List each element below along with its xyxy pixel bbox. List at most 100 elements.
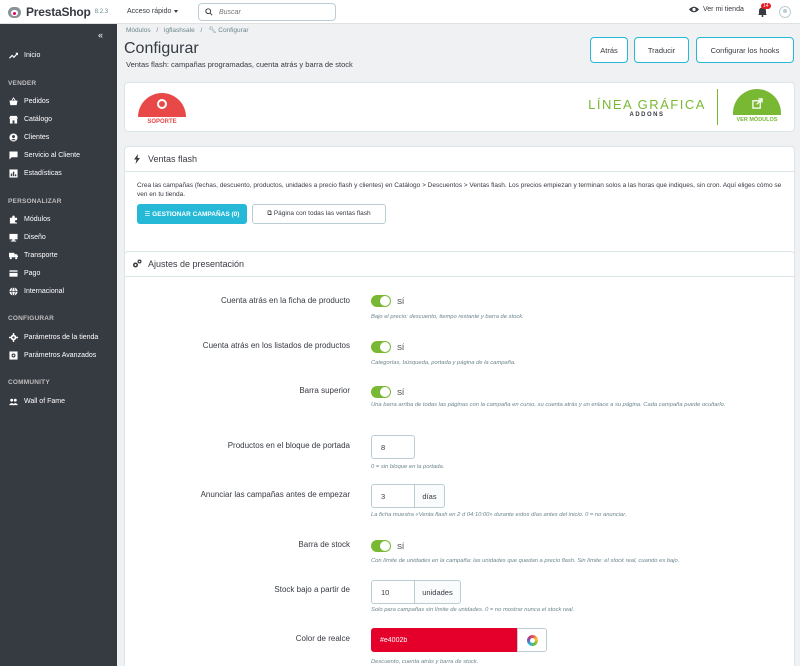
sidebar-item-transporte[interactable]: Transporte: [0, 246, 117, 264]
home-products-help: 0 = sin bloque en la portada.: [371, 464, 445, 470]
sidebar-item-parametros-tienda[interactable]: Parámetros de la tienda: [0, 328, 117, 346]
globe-icon: [9, 286, 18, 296]
sidebar-item-parametros-avanzados[interactable]: Parámetros Avanzados: [0, 346, 117, 364]
manage-campaigns-button[interactable]: ☰ GESTIONAR CAMPAÑAS (0): [137, 204, 247, 224]
quick-access-dropdown[interactable]: Acceso rápido: [127, 8, 179, 15]
translate-button[interactable]: Traducir: [634, 37, 689, 63]
stock-bar-help: Con límite de unidades en la campaña: la…: [371, 558, 680, 564]
sidebar-item-pedidos[interactable]: Pedidos: [0, 92, 117, 110]
store-icon: [9, 115, 18, 124]
manage-campaigns-label: GESTIONAR CAMPAÑAS (0): [152, 211, 240, 218]
sidebar-item-label: Internacional: [24, 287, 65, 295]
sidebar-item-label: Transporte: [24, 251, 58, 259]
sidebar-item-clientes[interactable]: Clientes: [0, 128, 117, 146]
back-button[interactable]: Atrás: [590, 37, 628, 63]
configure-hooks-button[interactable]: Configurar los hooks: [696, 37, 794, 63]
home-products-input[interactable]: [371, 435, 415, 459]
sidebar-item-label: Wall of Fame: [24, 397, 65, 405]
sidebar-item-label: Módulos: [24, 215, 51, 223]
basket-icon: [9, 96, 18, 105]
sidebar-item-wall-of-fame[interactable]: Wall of Fame: [0, 392, 117, 410]
color-picker-button[interactable]: [517, 628, 547, 652]
puzzle-icon: [9, 214, 18, 224]
view-shop-link[interactable]: Ver mi tienda: [689, 6, 744, 13]
announce-help: La ficha muestra «Venta flash en 2 d 04:…: [371, 512, 627, 518]
notifications-button[interactable]: 14: [757, 3, 771, 17]
sidebar-item-internacional[interactable]: Internacional: [0, 282, 117, 300]
sidebar-section-personalizar: PERSONALIZAR: [8, 198, 62, 205]
brand-name: PrestaShop: [26, 4, 91, 19]
sidebar-item-label: Parámetros de la tienda: [24, 333, 99, 341]
search-input[interactable]: [219, 8, 329, 16]
sidebar-item-diseno[interactable]: Diseño: [0, 228, 117, 246]
stock-bar-toggle[interactable]: [371, 540, 391, 552]
wrench-icon: 🔧︎: [208, 27, 217, 34]
gear-icon: [9, 332, 18, 342]
highlight-color-help: Descuento, cuenta atrás y barra de stock…: [371, 659, 479, 665]
top-bar-value: SÍ: [397, 388, 405, 397]
view-modules-link[interactable]: VER MÓDULOS: [733, 89, 781, 127]
breadcrumb-modulos[interactable]: Módulos: [126, 27, 151, 34]
addons-banner: SOPORTE LÍNEA GRÁFICA ADDONS VER MÓDULOS: [124, 82, 795, 132]
view-modules-label: VER MÓDULOS: [736, 117, 778, 123]
chat-icon: [9, 150, 18, 160]
list-icon: ☰: [144, 211, 151, 218]
sidebar-item-inicio[interactable]: Inicio: [0, 46, 117, 64]
low-stock-label: Stock bajo a partir de: [274, 585, 350, 594]
top-bar-help: Una barra arriba de todas las páginas co…: [371, 402, 726, 408]
user-avatar[interactable]: [779, 6, 791, 18]
product-countdown-help: Bajo el precio: descuento, tiempo restan…: [371, 314, 524, 320]
list-countdown-toggle[interactable]: [371, 341, 391, 353]
sidebar-item-label: Diseño: [24, 233, 46, 241]
sidebar-item-label: Pago: [24, 269, 41, 277]
sidebar-item-label: Clientes: [24, 133, 50, 141]
sidebar: « Inicio VENDER Pedidos Catálogo Cliente…: [0, 24, 117, 666]
collapse-sidebar-icon[interactable]: «: [98, 30, 103, 40]
flash-sales-description: Crea las campañas (fechas, descuento, pr…: [137, 182, 782, 198]
sidebar-item-label: Parámetros Avanzados: [24, 351, 97, 359]
breadcrumb-module[interactable]: lgflashsale: [164, 27, 195, 34]
highlight-color-input[interactable]: [371, 628, 517, 652]
announce-days-input[interactable]: [371, 484, 415, 508]
support-link[interactable]: SOPORTE: [138, 93, 186, 125]
all-flash-sales-label: Página con todas las ventas flash: [273, 210, 371, 217]
brand-version: 8.2.3: [94, 8, 109, 15]
top-header: PrestaShop 8.2.3 Acceso rápido: [0, 0, 800, 24]
logo-subtext: ADDONS: [629, 112, 665, 118]
product-countdown-label: Cuenta atrás en la ficha de producto: [221, 296, 350, 305]
credit-card-icon: [9, 269, 18, 277]
sidebar-item-label: Servicio al Cliente: [24, 151, 81, 159]
breadcrumb-separator: /: [156, 27, 159, 34]
breadcrumb-separator: /: [200, 27, 203, 34]
sidebar-item-modulos[interactable]: Módulos: [0, 210, 117, 228]
sidebar-item-label: Estadísticas: [24, 169, 62, 177]
settings-applications-icon: [9, 350, 18, 360]
sidebar-item-label: Inicio: [24, 51, 41, 59]
banner-divider: [717, 89, 718, 125]
sidebar-item-label: Catálogo: [24, 115, 53, 123]
sidebar-item-estadisticas[interactable]: Estadísticas: [0, 164, 117, 182]
breadcrumb: Módulos / lgflashsale / 🔧︎ Configurar: [126, 26, 249, 34]
sidebar-item-servicio-cliente[interactable]: Servicio al Cliente: [0, 146, 117, 164]
highlight-color-label: Color de realce: [295, 634, 350, 643]
prestashop-logo-icon: [6, 4, 24, 20]
sidebar-item-pago[interactable]: Pago: [0, 264, 117, 282]
stock-bar-label: Barra de stock: [298, 540, 350, 549]
presentation-settings-header: Ajustes de presentación: [125, 252, 794, 277]
breadcrumb-current: Configurar: [218, 27, 249, 34]
flash-sales-panel: Ventas flash Crea las campañas (fechas, …: [124, 146, 795, 259]
brand[interactable]: PrestaShop 8.2.3: [0, 0, 117, 24]
notification-badge: 14: [761, 3, 771, 9]
all-flash-sales-button[interactable]: ⧉ Página con todas las ventas flash: [252, 204, 386, 224]
people-icon: [9, 398, 18, 405]
product-countdown-toggle[interactable]: [371, 295, 391, 307]
page-title: Configurar: [124, 40, 199, 57]
color-wheel-icon: [527, 635, 538, 646]
external-link-icon: [752, 98, 763, 109]
sidebar-section-community: COMMUNITY: [8, 379, 50, 386]
low-stock-input[interactable]: [371, 580, 415, 604]
sidebar-item-catalogo[interactable]: Catálogo: [0, 110, 117, 128]
top-bar-toggle[interactable]: [371, 386, 391, 398]
cogs-icon: [133, 259, 142, 268]
view-shop-label: Ver mi tienda: [703, 6, 744, 13]
